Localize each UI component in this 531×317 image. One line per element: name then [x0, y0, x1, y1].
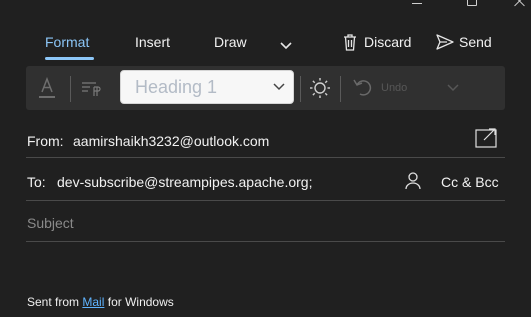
- tab-format[interactable]: Format: [45, 34, 89, 50]
- send-button[interactable]: Send: [436, 33, 496, 53]
- cc-bcc-button[interactable]: Cc & Bcc: [441, 174, 499, 190]
- font-color-button[interactable]: [35, 74, 59, 102]
- undo-label: Undo: [381, 82, 408, 94]
- paragraph-format-button[interactable]: [80, 78, 104, 98]
- subject-input[interactable]: Subject: [27, 215, 74, 231]
- undo-icon: [353, 79, 372, 96]
- paragraph-icon: [82, 82, 101, 96]
- to-divider: [26, 200, 505, 201]
- to-label: To:: [27, 174, 46, 190]
- from-account[interactable]: aamirshaikh3232@outlook.com: [73, 133, 269, 149]
- chevron-down-icon: [273, 83, 285, 91]
- active-tab-indicator: [45, 57, 94, 60]
- tab-draw[interactable]: Draw: [214, 34, 247, 50]
- to-field[interactable]: dev-subscribe@streampipes.apache.org;: [57, 174, 312, 190]
- from-label: From:: [27, 133, 64, 149]
- person-icon[interactable]: [405, 172, 421, 190]
- more-tabs-chevron-icon[interactable]: [279, 40, 293, 50]
- tab-insert[interactable]: Insert: [135, 34, 170, 50]
- discard-button[interactable]: Discard: [342, 33, 414, 53]
- theme-button[interactable]: [308, 76, 332, 100]
- sun-icon: [310, 78, 330, 98]
- style-dropdown[interactable]: Heading 1: [120, 70, 294, 104]
- subject-divider: [26, 241, 505, 242]
- send-icon: [436, 34, 454, 50]
- trash-icon: [344, 34, 356, 51]
- close-button[interactable]: [513, 0, 527, 8]
- maximize-button[interactable]: [467, 0, 477, 6]
- format-toolbar: Heading 1 Undo: [26, 66, 505, 110]
- toolbar-divider: [300, 76, 301, 102]
- mail-link[interactable]: Mail: [82, 295, 104, 309]
- pop-out-icon[interactable]: [475, 127, 499, 149]
- signature-prefix: Sent from: [27, 295, 80, 309]
- toolbar-divider: [340, 76, 341, 102]
- message-body[interactable]: Sent from Mail for Windows: [27, 295, 174, 309]
- style-value: Heading 1: [135, 77, 218, 97]
- minimize-button[interactable]: [412, 3, 422, 4]
- from-divider: [26, 157, 505, 158]
- signature-suffix: for Windows: [107, 295, 174, 309]
- undo-dropdown-chevron-icon[interactable]: [447, 84, 459, 92]
- font-color-icon: [39, 76, 55, 98]
- toolbar-divider: [70, 76, 71, 102]
- send-label: Send: [459, 34, 492, 50]
- discard-label: Discard: [364, 34, 412, 50]
- undo-button[interactable]: Undo: [352, 76, 416, 100]
